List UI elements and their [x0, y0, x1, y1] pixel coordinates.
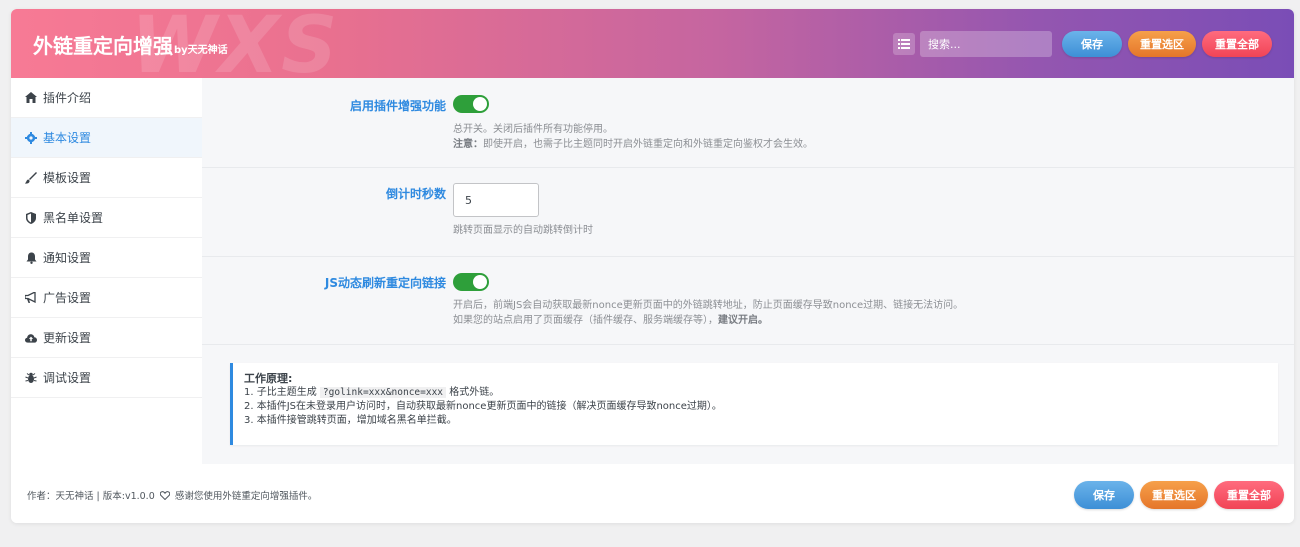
- footer-thanks: 感谢您使用外链重定向增强插件。: [174, 491, 318, 502]
- sidebar-item-label: 插件介绍: [43, 91, 92, 105]
- note-code: ?golink=xxx&nonce=xxx: [319, 387, 447, 398]
- setting-label: JS动态刷新重定向链接: [324, 276, 446, 290]
- js-refresh-desc-line2: 如果您的站点启用了页面缓存（插件缓存、服务端缓存等），建议开启。: [453, 313, 963, 328]
- js-refresh-desc-text: 如果您的站点启用了页面缓存（插件缓存、服务端缓存等），: [453, 315, 718, 326]
- plugin-title: 外链重定向增强by天无神话: [33, 30, 228, 59]
- sidebar-item-debug[interactable]: 调试设置: [11, 358, 202, 398]
- settings-content: 启用插件增强功能 总开关。关闭后插件所有功能停用。 注意：即使开启，也需子比主题…: [202, 78, 1294, 464]
- footer-reset-all-button[interactable]: 重置全部: [1214, 481, 1284, 509]
- setting-field: [453, 95, 489, 113]
- note-line-1-post: 格式外链。: [446, 387, 500, 398]
- setting-row-countdown: 倒计时秒数 5 跳转页面显示的自动跳转倒计时: [202, 168, 1294, 257]
- shield-icon: [25, 211, 37, 224]
- js-refresh-desc-recommend: 建议开启。: [718, 315, 768, 326]
- setting-description: 总开关。关闭后插件所有功能停用。 注意：即使开启，也需子比主题同时开启外链重定向…: [453, 122, 813, 152]
- settings-panel: WXS 外链重定向增强by天无神话 搜索... 保存 重置选区 重置全部 插件介…: [11, 9, 1294, 523]
- bell-icon: [25, 252, 37, 264]
- sidebar-item-label: 黑名单设置: [43, 211, 104, 225]
- sidebar-item-blacklist[interactable]: 黑名单设置: [11, 198, 202, 238]
- sidebar-item-template[interactable]: 模板设置: [11, 158, 202, 198]
- sidebar-item-ads[interactable]: 广告设置: [11, 278, 202, 318]
- sidebar-item-update[interactable]: 更新设置: [11, 318, 202, 358]
- heart-icon: [159, 491, 170, 503]
- sidebar-nav: 插件介绍 基本设置 模板设置 黑名单设置 通知设置 广告设置 更新设置 调试设置: [11, 78, 202, 464]
- enable-desc-line2: 注意：即使开启，也需子比主题同时开启外链重定向和外链重定向鉴权才会生效。: [453, 137, 813, 152]
- enable-desc-note-text: 即使开启，也需子比主题同时开启外链重定向和外链重定向鉴权才会生效。: [483, 139, 813, 150]
- note-line-1-pre: 1. 子比主题生成: [244, 387, 320, 398]
- sidebar-item-label: 广告设置: [43, 291, 92, 305]
- footer-info: 作者：天无神话 | 版本:v1.0.0 感谢您使用外链重定向增强插件。: [27, 488, 317, 503]
- how-it-works-note: 工作原理: 1. 子比主题生成 ?golink=xxx&nonce=xxx 格式…: [230, 363, 1278, 445]
- setting-description: 开启后，前端JS会自动获取最新nonce更新页面中的外链跳转地址，防止页面缓存导…: [453, 298, 963, 328]
- note-line-3: 3. 本插件接管跳转页面，增加域名黑名单拦截。: [244, 415, 457, 426]
- bug-icon: [25, 372, 37, 384]
- enable-desc-line1: 总开关。关闭后插件所有功能停用。: [453, 124, 613, 135]
- note-title: 工作原理:: [244, 372, 293, 385]
- setting-row-js-refresh: JS动态刷新重定向链接 开启后，前端JS会自动获取最新nonce更新页面中的外链…: [202, 257, 1294, 345]
- footer-author-version: 作者：天无神话 | 版本:v1.0.0: [27, 491, 155, 502]
- header-save-button[interactable]: 保存: [1062, 31, 1122, 57]
- sidebar-item-label: 通知设置: [43, 251, 92, 265]
- js-refresh-toggle[interactable]: [453, 273, 489, 291]
- sidebar-item-label: 基本设置: [43, 131, 92, 145]
- setting-label: 启用插件增强功能: [349, 99, 446, 113]
- footer-bar: 作者：天无神话 | 版本:v1.0.0 感谢您使用外链重定向增强插件。 保存 重…: [11, 464, 1294, 523]
- setting-label: 倒计时秒数: [385, 187, 446, 201]
- search-placeholder: 搜索...: [928, 38, 961, 51]
- plugin-title-text: 外链重定向增强: [33, 34, 173, 58]
- sidebar-item-label: 调试设置: [43, 371, 92, 385]
- sidebar-item-label: 模板设置: [43, 171, 92, 185]
- sidebar-item-intro[interactable]: 插件介绍: [11, 78, 202, 118]
- sidebar-item-basic[interactable]: 基本设置: [11, 118, 202, 158]
- countdown-seconds-input[interactable]: 5: [453, 183, 539, 217]
- footer-reset-section-button[interactable]: 重置选区: [1140, 481, 1208, 509]
- header-bar: WXS 外链重定向增强by天无神话 搜索... 保存 重置选区 重置全部: [11, 9, 1294, 78]
- js-refresh-desc-line1: 开启后，前端JS会自动获取最新nonce更新页面中的外链跳转地址，防止页面缓存导…: [453, 300, 964, 311]
- cloud-upload-icon: [25, 332, 37, 344]
- note-line-2: 2. 本插件JS在未登录用户访问时，自动获取最新nonce更新页面中的链接（解决…: [244, 401, 722, 412]
- note-line-1: 1. 子比主题生成 ?golink=xxx&nonce=xxx 格式外链。: [244, 386, 1278, 400]
- home-icon: [25, 92, 37, 104]
- setting-field: 5: [453, 183, 539, 217]
- header-reset-all-button[interactable]: 重置全部: [1202, 31, 1272, 57]
- setting-row-enable: 启用插件增强功能 总开关。关闭后插件所有功能停用。 注意：即使开启，也需子比主题…: [202, 78, 1294, 168]
- setting-description: 跳转页面显示的自动跳转倒计时: [453, 225, 593, 236]
- enable-toggle[interactable]: [453, 95, 489, 113]
- setting-field: [453, 273, 489, 291]
- expand-list-icon[interactable]: [893, 33, 915, 55]
- plugin-byline: by天无神话: [174, 45, 228, 56]
- footer-actions: 保存 重置选区 重置全部: [1068, 481, 1284, 509]
- footer-save-button[interactable]: 保存: [1074, 481, 1134, 509]
- brush-icon: [25, 171, 37, 184]
- header-actions: 搜索... 保存 重置选区 重置全部: [893, 31, 1272, 57]
- sidebar-item-label: 更新设置: [43, 331, 92, 345]
- search-input[interactable]: 搜索...: [920, 31, 1052, 57]
- sidebar-item-notify[interactable]: 通知设置: [11, 238, 202, 278]
- gear-icon: [25, 131, 37, 144]
- header-reset-section-button[interactable]: 重置选区: [1128, 31, 1196, 57]
- enable-desc-note-label: 注意：: [453, 139, 483, 150]
- bullhorn-icon: [25, 292, 37, 304]
